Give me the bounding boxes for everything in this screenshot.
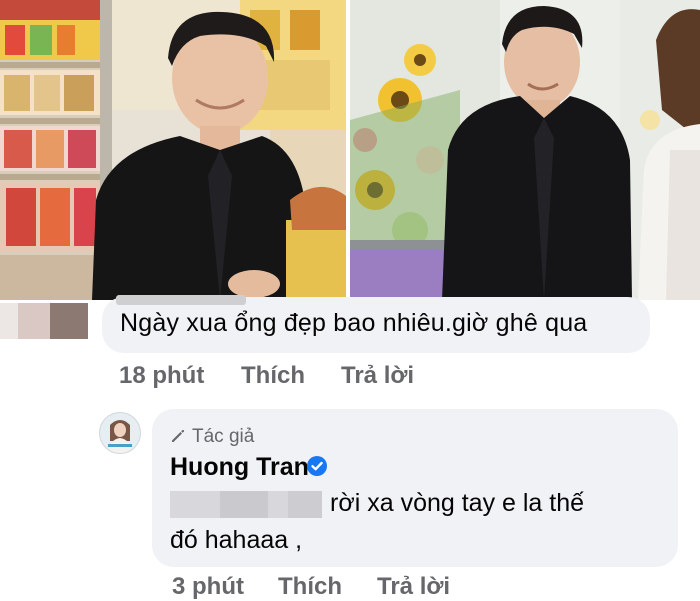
comment-text: Ngày xua ổng đẹp bao nhiêu.giờ ghê qua [120, 309, 588, 337]
reply-text-line1: rời xa vòng tay e la thế [330, 489, 585, 517]
reply-button[interactable]: Trả lời [377, 573, 450, 601]
verified-badge-icon [307, 456, 327, 476]
commenter-avatar-redacted[interactable] [0, 303, 92, 339]
author-badge-label: Tác giả [192, 426, 255, 447]
redaction-block [0, 303, 18, 339]
redaction-block [50, 303, 88, 339]
like-button[interactable]: Thích [278, 573, 342, 601]
author-badge: Tác giả [170, 426, 254, 448]
redaction-block [18, 303, 50, 339]
post-photo-collage[interactable] [0, 0, 700, 300]
author-name[interactable]: Huong Tran [170, 453, 309, 482]
photo-left-store[interactable] [0, 0, 346, 300]
reply-bubble: Tác giả Huong Tran rời xa vòng tay e la … [152, 409, 678, 567]
commenter-name-redacted[interactable] [116, 295, 246, 305]
comment-timestamp[interactable]: 18 phút [119, 362, 204, 390]
like-button[interactable]: Thích [241, 362, 305, 390]
pencil-icon [172, 429, 185, 442]
reply-button[interactable]: Trả lời [341, 362, 414, 390]
mention-redacted[interactable] [170, 491, 322, 518]
reply-text-line2: đó hahaaa , [170, 526, 303, 554]
photo-right-event[interactable] [350, 0, 700, 300]
reply-timestamp[interactable]: 3 phút [172, 573, 244, 601]
comment-bubble: Ngày xua ổng đẹp bao nhiêu.giờ ghê qua [102, 295, 650, 353]
author-avatar[interactable] [99, 412, 141, 454]
